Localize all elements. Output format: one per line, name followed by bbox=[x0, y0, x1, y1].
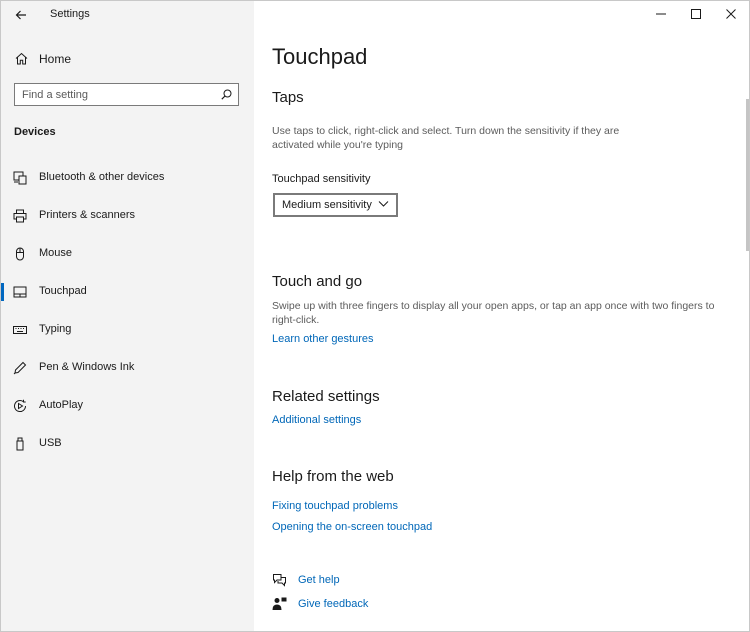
usb-icon bbox=[16, 437, 24, 451]
sidebar-item-bluetooth[interactable]: Bluetooth & other devices bbox=[1, 163, 254, 193]
back-button[interactable] bbox=[9, 5, 33, 25]
sidebar-item-label: Pen & Windows Ink bbox=[39, 361, 135, 373]
search-box bbox=[14, 83, 239, 106]
give-feedback-label: Give feedback bbox=[298, 598, 369, 610]
title-bar: Settings bbox=[1, 1, 254, 29]
sidebar-item-mouse[interactable]: Mouse bbox=[1, 239, 254, 269]
close-button[interactable] bbox=[714, 3, 748, 25]
minimize-icon bbox=[656, 13, 666, 15]
mouse-icon bbox=[16, 247, 24, 261]
section-header-devices: Devices bbox=[14, 126, 56, 138]
sidebar-item-label: USB bbox=[39, 437, 62, 449]
home-nav-item[interactable]: Home bbox=[1, 47, 254, 71]
sidebar-item-label: Touchpad bbox=[39, 285, 87, 297]
close-icon bbox=[726, 9, 736, 19]
sensitivity-value: Medium sensitivity bbox=[282, 199, 372, 211]
sidebar-item-typing[interactable]: Typing bbox=[1, 315, 254, 345]
sidebar: Settings Home Devices Bluetooth & other … bbox=[1, 1, 254, 631]
home-icon bbox=[15, 52, 28, 65]
sidebar-item-label: AutoPlay bbox=[39, 399, 84, 411]
touch-and-go-heading: Touch and go bbox=[272, 273, 363, 290]
get-help-icon bbox=[273, 574, 286, 587]
related-settings-heading: Related settings bbox=[272, 388, 380, 405]
touchpad-icon bbox=[13, 286, 27, 298]
get-help-label: Get help bbox=[298, 574, 340, 586]
keyboard-icon bbox=[13, 326, 27, 334]
minimize-button[interactable] bbox=[644, 3, 678, 25]
sidebar-item-label: Typing bbox=[39, 323, 72, 335]
feedback-icon bbox=[272, 597, 287, 610]
sidebar-item-printers[interactable]: Printers & scanners bbox=[1, 201, 254, 231]
sidebar-item-pen[interactable]: Pen & Windows Ink bbox=[1, 353, 254, 383]
sidebar-item-touchpad[interactable]: Touchpad bbox=[1, 277, 254, 307]
maximize-button[interactable] bbox=[679, 3, 713, 25]
main-content: Touchpad Taps Use taps to click, right-c… bbox=[254, 1, 749, 631]
settings-window: Settings Home Devices Bluetooth & other … bbox=[0, 0, 750, 632]
home-label: Home bbox=[39, 52, 72, 66]
help-web-heading: Help from the web bbox=[272, 468, 394, 485]
learn-gestures-link[interactable]: Learn other gestures bbox=[272, 333, 374, 345]
printer-icon bbox=[13, 209, 27, 223]
app-title: Settings bbox=[50, 8, 90, 20]
sidebar-item-label: Mouse bbox=[39, 247, 73, 259]
additional-settings-link[interactable]: Additional settings bbox=[272, 414, 361, 426]
touch-and-go-description: Swipe up with three fingers to display a… bbox=[272, 300, 715, 326]
sidebar-item-label: Printers & scanners bbox=[39, 209, 135, 221]
sidebar-item-label: Bluetooth & other devices bbox=[39, 171, 165, 183]
search-icon[interactable] bbox=[221, 89, 232, 100]
chevron-down-icon bbox=[378, 201, 389, 207]
scrollbar[interactable] bbox=[746, 99, 749, 251]
fixing-touchpad-link[interactable]: Fixing touchpad problems bbox=[272, 500, 398, 512]
bluetooth-devices-icon bbox=[13, 171, 27, 185]
selection-indicator bbox=[1, 283, 4, 301]
onscreen-touchpad-link[interactable]: Opening the on-screen touchpad bbox=[272, 521, 432, 533]
give-feedback-link[interactable]: Give feedback bbox=[272, 596, 472, 614]
page-title: Touchpad bbox=[272, 44, 368, 69]
get-help-link[interactable]: Get help bbox=[272, 572, 472, 590]
back-arrow-icon bbox=[15, 10, 26, 20]
maximize-icon bbox=[691, 9, 701, 19]
search-input[interactable] bbox=[22, 87, 212, 102]
sidebar-item-usb[interactable]: USB bbox=[1, 429, 254, 459]
taps-heading: Taps bbox=[272, 89, 304, 106]
taps-description: Use taps to click, right-click and selec… bbox=[272, 125, 620, 151]
pen-icon bbox=[13, 361, 27, 375]
sensitivity-dropdown[interactable]: Medium sensitivity bbox=[273, 193, 398, 217]
sidebar-item-autoplay[interactable]: AutoPlay bbox=[1, 391, 254, 421]
autoplay-icon bbox=[14, 399, 27, 413]
sensitivity-label: Touchpad sensitivity bbox=[272, 173, 371, 185]
